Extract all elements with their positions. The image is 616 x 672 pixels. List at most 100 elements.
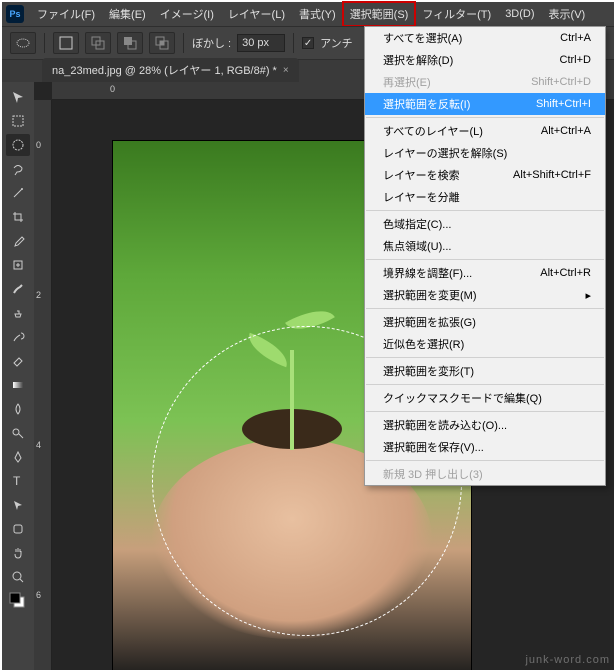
path-selection-tool-icon[interactable] [6, 494, 30, 516]
menu-item[interactable]: 選択範囲を反転(I) Shift+Ctrl+I [365, 93, 605, 115]
menu-item[interactable]: 選択範囲を拡張(G) [365, 311, 605, 333]
menu-item[interactable]: レイヤーを検索 Alt+Shift+Ctrl+F [365, 164, 605, 186]
menu-item-label: 新規 3D 押し出し(3) [383, 466, 483, 482]
tool-preset-icon[interactable] [10, 32, 36, 54]
menu-item-label: 焦点領域(U)... [383, 238, 451, 254]
menu-item-label: レイヤーを分離 [383, 189, 460, 205]
menu-item[interactable]: レイヤーの選択を解除(S) [365, 142, 605, 164]
menu-item-label: 選択を解除(D) [383, 52, 453, 68]
antialias-checkbox[interactable]: ✓ [302, 37, 314, 49]
ruler-v-tick: 0 [36, 140, 41, 150]
ruler-v-tick: 4 [36, 440, 41, 450]
intersect-selection-icon[interactable] [149, 32, 175, 54]
menu-item-label: 選択範囲を読み込む(O)... [383, 417, 507, 433]
menu-item-shortcut: ▸ [585, 289, 591, 302]
menu-select[interactable]: 選択範囲(S) [343, 2, 416, 26]
ruler-v-tick: 2 [36, 290, 41, 300]
clone-stamp-tool-icon[interactable] [6, 302, 30, 324]
menu-item[interactable]: 境界線を調整(F)...Alt+Ctrl+R [365, 262, 605, 284]
foreground-background-swatch[interactable] [6, 590, 30, 612]
select-menu-dropdown: すべてを選択(A) Ctrl+A 選択を解除(D) Ctrl+D 再選択(E) Shift… [364, 26, 606, 486]
menu-item: 新規 3D 押し出し(3) [365, 463, 605, 485]
menu-type[interactable]: 書式(Y) [292, 2, 343, 26]
close-tab-icon[interactable]: × [283, 65, 289, 76]
menu-item[interactable]: 色域指定(C)... [365, 213, 605, 235]
menu-item[interactable]: 選択範囲を変更(M) ▸ [365, 284, 605, 306]
document-tab-title: na_23med.jpg @ 28% (レイヤー 1, RGB/8#) * [52, 62, 277, 78]
menu-view[interactable]: 表示(V) [542, 2, 593, 26]
antialias-label: アンチ [320, 35, 353, 51]
menu-item-shortcut: Alt+Shift+Ctrl+F [513, 169, 591, 181]
app-logo: Ps [6, 5, 24, 23]
menu-separator [366, 117, 604, 118]
rectangular-marquee-tool-icon[interactable] [6, 110, 30, 132]
zoom-tool-icon[interactable] [6, 566, 30, 588]
menu-item-label: 選択範囲を変更(M) [383, 287, 477, 303]
menu-item-shortcut: Alt+Ctrl+R [540, 267, 591, 279]
move-tool-icon[interactable] [6, 86, 30, 108]
menu-item-label: 選択範囲を反転(I) [383, 96, 470, 112]
menu-item: 再選択(E) Shift+Ctrl+D [365, 71, 605, 93]
menu-item-label: すべてのレイヤー(L) [383, 123, 483, 139]
menu-layer[interactable]: レイヤー(L) [221, 2, 292, 26]
menu-3d[interactable]: 3D(D) [498, 4, 541, 24]
brush-tool-icon[interactable] [6, 278, 30, 300]
lasso-tool-icon[interactable] [6, 158, 30, 180]
ruler-vertical: 0 2 4 6 [34, 100, 52, 670]
gradient-tool-icon[interactable] [6, 374, 30, 396]
menu-item-label: 選択範囲を変形(T) [383, 363, 474, 379]
eyedropper-tool-icon[interactable] [6, 230, 30, 252]
document-tab[interactable]: na_23med.jpg @ 28% (レイヤー 1, RGB/8#) * × [42, 58, 299, 82]
type-tool-icon[interactable]: T [6, 470, 30, 492]
svg-text:T: T [13, 474, 21, 488]
menu-item[interactable]: 選択を解除(D) Ctrl+D [365, 49, 605, 71]
ruler-h-tick: 0 [110, 84, 115, 94]
add-selection-icon[interactable] [85, 32, 111, 54]
menu-item-label: 近似色を選択(R) [383, 336, 464, 352]
magic-wand-tool-icon[interactable] [6, 182, 30, 204]
elliptical-marquee-tool-icon[interactable] [6, 134, 30, 156]
menu-item-label: クイックマスクモードで編集(Q) [383, 390, 542, 406]
menu-item[interactable]: 近似色を選択(R) [365, 333, 605, 355]
menu-item[interactable]: レイヤーを分離 [365, 186, 605, 208]
shape-tool-icon[interactable] [6, 518, 30, 540]
menu-item[interactable]: 焦点領域(U)... [365, 235, 605, 257]
menu-item[interactable]: 選択範囲を変形(T) [365, 360, 605, 382]
menu-separator [366, 308, 604, 309]
menu-item[interactable]: 選択範囲を読み込む(O)... [365, 414, 605, 436]
menu-item-shortcut: Ctrl+A [560, 32, 591, 44]
menu-item-label: 再選択(E) [383, 74, 431, 90]
menu-item-label: レイヤーを検索 [383, 167, 460, 183]
hand-tool-icon[interactable] [6, 542, 30, 564]
toolbox: T [2, 82, 34, 670]
menu-item-label: すべてを選択(A) [383, 30, 462, 46]
menu-item-shortcut: Shift+Ctrl+D [531, 76, 591, 88]
eraser-tool-icon[interactable] [6, 350, 30, 372]
menu-separator [366, 210, 604, 211]
blur-tool-icon[interactable] [6, 398, 30, 420]
menu-item-shortcut: Alt+Ctrl+A [541, 125, 591, 137]
menu-item[interactable]: すべてを選択(A) Ctrl+A [365, 27, 605, 49]
menu-item[interactable]: 選択範囲を保存(V)... [365, 436, 605, 458]
menu-edit[interactable]: 編集(E) [102, 2, 153, 26]
menu-image[interactable]: イメージ(I) [153, 2, 221, 26]
history-brush-tool-icon[interactable] [6, 326, 30, 348]
menu-item-shortcut: Ctrl+D [560, 54, 591, 66]
menu-item-shortcut: Shift+Ctrl+I [536, 98, 591, 110]
menu-item[interactable]: クイックマスクモードで編集(Q) [365, 387, 605, 409]
feather-input[interactable] [237, 34, 285, 52]
healing-brush-tool-icon[interactable] [6, 254, 30, 276]
menu-item-label: 選択範囲を保存(V)... [383, 439, 484, 455]
crop-tool-icon[interactable] [6, 206, 30, 228]
dodge-tool-icon[interactable] [6, 422, 30, 444]
menu-filter[interactable]: フィルター(T) [415, 2, 498, 26]
menu-item[interactable]: すべてのレイヤー(L) Alt+Ctrl+A [365, 120, 605, 142]
menu-item-label: 色域指定(C)... [383, 216, 451, 232]
subtract-selection-icon[interactable] [117, 32, 143, 54]
menu-file[interactable]: ファイル(F) [30, 2, 102, 26]
pen-tool-icon[interactable] [6, 446, 30, 468]
menu-separator [366, 357, 604, 358]
new-selection-icon[interactable] [53, 32, 79, 54]
menu-separator [366, 384, 604, 385]
menubar: Ps ファイル(F) 編集(E) イメージ(I) レイヤー(L) 書式(Y) 選… [2, 2, 614, 26]
